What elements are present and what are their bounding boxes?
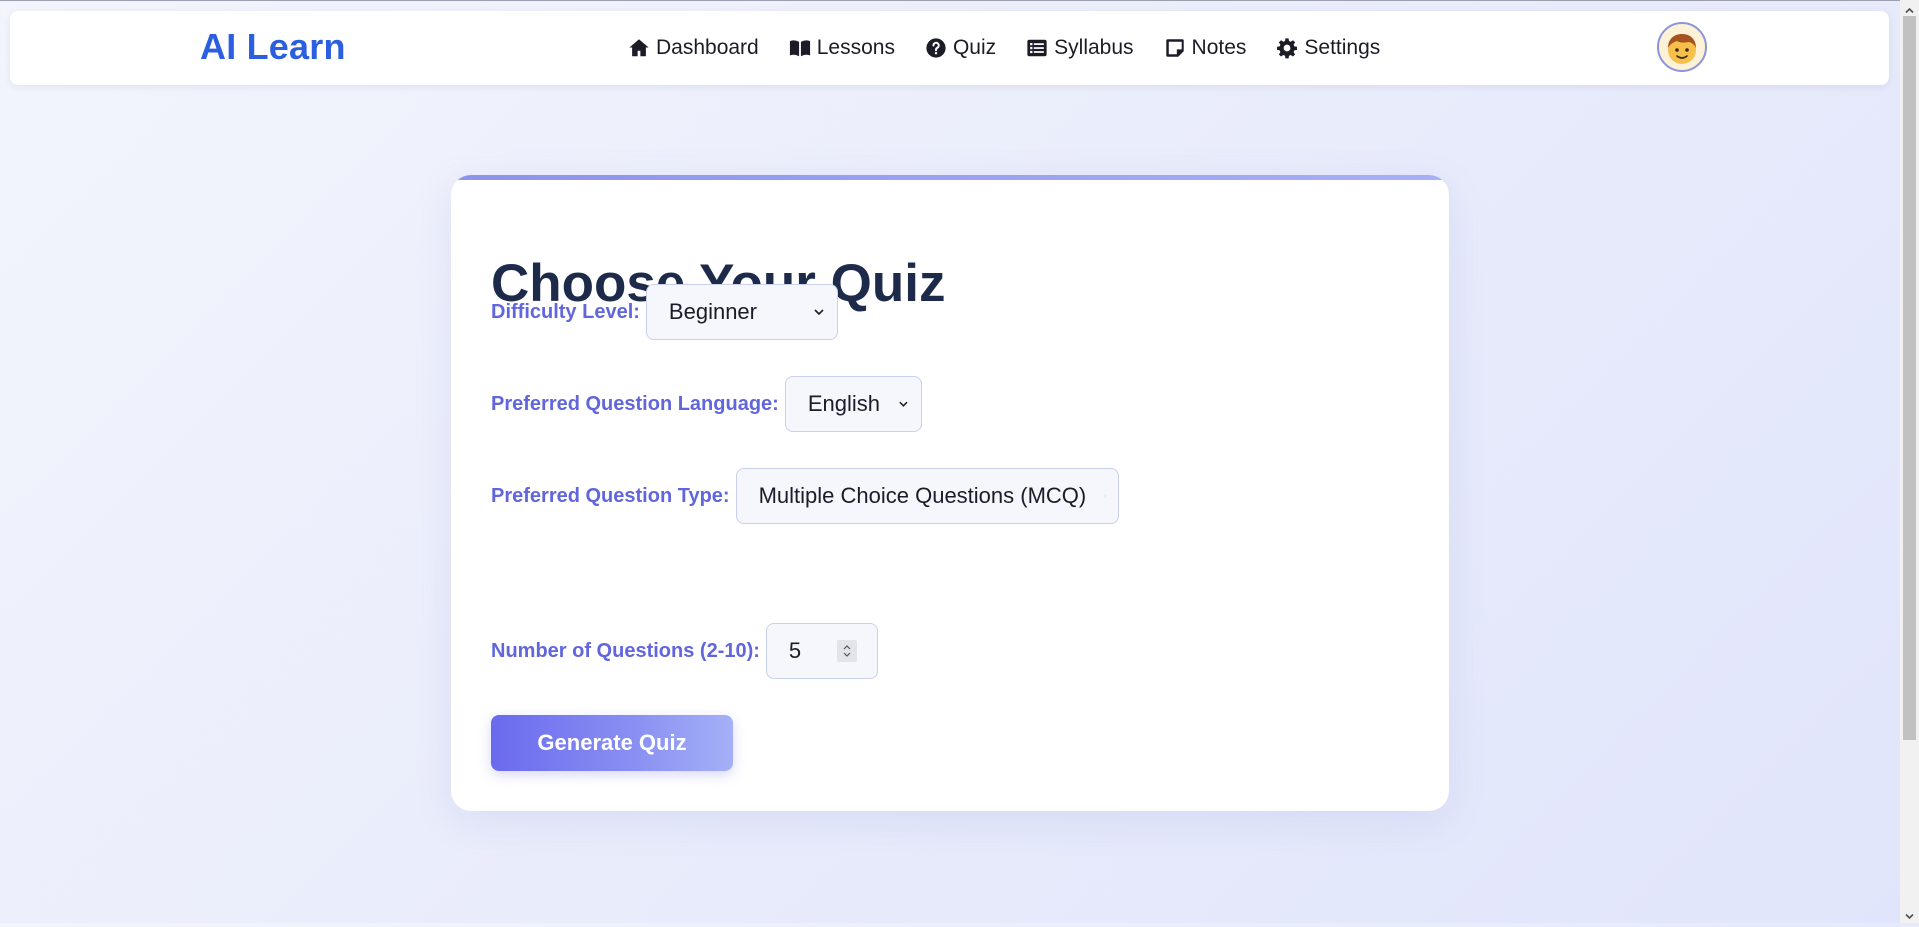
nav-item-syllabus[interactable]: Syllabus bbox=[1026, 36, 1134, 60]
chevron-down-icon bbox=[1104, 495, 1106, 497]
scroll-thumb[interactable] bbox=[1903, 16, 1916, 740]
question-count-row: Number of Questions (2-10): 5 bbox=[491, 623, 878, 679]
brand-logo[interactable]: AI Learn bbox=[200, 26, 346, 68]
language-value: English bbox=[807, 391, 880, 416]
nav-item-label: Lessons bbox=[816, 36, 895, 59]
chevron-down-icon[interactable] bbox=[842, 651, 852, 658]
nav-item-label: Dashboard bbox=[656, 36, 759, 59]
list-icon bbox=[1027, 39, 1047, 57]
nav-item-quiz[interactable]: Quiz bbox=[925, 36, 996, 60]
chevron-up-icon bbox=[1905, 7, 1914, 14]
generate-quiz-button[interactable]: Generate Quiz bbox=[491, 715, 733, 771]
difficulty-select[interactable]: Beginner bbox=[645, 284, 838, 340]
top-navbar: AI Learn Dashboard Lessons Quiz Syllabus… bbox=[10, 11, 1889, 85]
question-circle-icon bbox=[926, 38, 946, 58]
difficulty-label: Difficulty Level: bbox=[491, 300, 640, 323]
card-accent-bar bbox=[451, 175, 1449, 180]
nav-item-label: Settings bbox=[1304, 36, 1381, 59]
nav-item-label: Notes bbox=[1191, 36, 1247, 59]
question-type-value: Multiple Choice Questions (MCQ) bbox=[758, 483, 1087, 508]
nav-item-notes[interactable]: Notes bbox=[1164, 36, 1247, 60]
difficulty-row: Difficulty Level: Beginner bbox=[491, 284, 838, 340]
question-count-label: Number of Questions (2-10): bbox=[491, 639, 760, 662]
book-icon bbox=[789, 40, 810, 57]
chevron-down-icon bbox=[1905, 913, 1914, 920]
quiz-setup-card: Choose Your Quiz Difficulty Level: Begin… bbox=[451, 175, 1449, 811]
main-nav: Dashboard Lessons Quiz Syllabus Notes Se… bbox=[628, 36, 1410, 60]
number-stepper[interactable] bbox=[836, 640, 857, 662]
language-select[interactable]: English bbox=[784, 376, 922, 432]
page-scrollbar[interactable] bbox=[1900, 0, 1919, 923]
difficulty-value: Beginner bbox=[668, 299, 757, 324]
language-row: Preferred Question Language: English bbox=[491, 376, 922, 432]
chevron-up-icon[interactable] bbox=[842, 644, 852, 651]
nav-item-dashboard[interactable]: Dashboard bbox=[628, 36, 759, 60]
language-label: Preferred Question Language: bbox=[491, 392, 779, 415]
nav-item-label: Syllabus bbox=[1054, 36, 1134, 59]
question-count-value: 5 bbox=[788, 638, 802, 663]
nav-item-lessons[interactable]: Lessons bbox=[789, 36, 895, 60]
chevron-down-icon bbox=[814, 309, 824, 316]
chevron-down-icon bbox=[899, 401, 908, 407]
nav-item-label: Quiz bbox=[952, 36, 997, 59]
question-type-row: Preferred Question Type: Multiple Choice… bbox=[491, 468, 1119, 524]
avatar-boy-icon bbox=[1668, 34, 1696, 64]
scroll-down-arrow[interactable] bbox=[1904, 909, 1915, 920]
question-type-label: Preferred Question Type: bbox=[491, 484, 730, 507]
nav-item-settings[interactable]: Settings bbox=[1276, 36, 1380, 60]
gear-icon bbox=[1277, 38, 1298, 59]
question-count-input[interactable]: 5 bbox=[765, 623, 878, 679]
question-type-select[interactable]: Multiple Choice Questions (MCQ) bbox=[735, 468, 1119, 524]
scroll-up-arrow[interactable] bbox=[1904, 3, 1915, 14]
home-icon bbox=[629, 39, 649, 57]
user-avatar[interactable] bbox=[1657, 22, 1707, 72]
window-top-border bbox=[0, 0, 1900, 1]
note-icon bbox=[1165, 39, 1184, 57]
